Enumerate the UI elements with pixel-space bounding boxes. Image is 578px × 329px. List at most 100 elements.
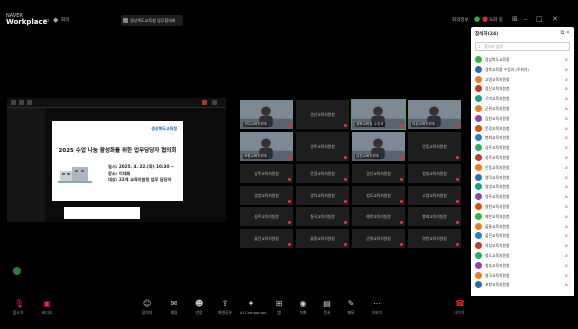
minimize-icon[interactable]: – [524, 16, 528, 23]
video-tile[interactable]: 문경교육지원청 [295, 163, 350, 184]
shield-icon[interactable]: ◆ [53, 17, 58, 24]
mic-muted-icon[interactable]: ⊘ [565, 106, 568, 111]
video-off-button[interactable]: ▣ 비디오 [36, 300, 58, 316]
mic-muted-icon[interactable]: ⊘ [565, 224, 568, 229]
participant-row[interactable]: 경북교육청 수업과 (주최자) ⊘ [475, 65, 570, 75]
share-tool-icon[interactable] [11, 100, 16, 105]
mic-muted-icon[interactable]: ⊘ [565, 96, 568, 101]
share-tool-icon[interactable] [212, 100, 217, 105]
mic-muted-icon[interactable]: ⊘ [565, 155, 568, 160]
video-tile[interactable]: 영주교육지원청 [295, 131, 350, 162]
ai-button[interactable]: ✦ AI Companion [240, 300, 267, 316]
mic-muted-icon[interactable]: ⊘ [565, 165, 568, 170]
drag-handle[interactable] [13, 267, 21, 275]
record-button[interactable]: ◉ 녹화 [292, 300, 314, 316]
participant-row[interactable]: 의성교육지원청 ⊘ [475, 241, 570, 251]
participant-row[interactable]: 예천교육지원청 ⊘ [475, 212, 570, 222]
share-tool-icon[interactable] [27, 100, 32, 105]
video-tile[interactable]: 고령교육지원청 [407, 184, 462, 206]
video-tile[interactable]: 봉화교육지원청 [407, 206, 462, 227]
monitor-icon[interactable]: ▭ [43, 17, 50, 24]
mic-muted-icon[interactable]: ⊘ [565, 135, 568, 140]
participant-row[interactable]: 포항교육지원청 ⊘ [475, 280, 570, 290]
mic-muted-icon[interactable]: ⊘ [565, 204, 568, 209]
mic-muted-icon[interactable]: ⊘ [565, 184, 568, 189]
participant-row[interactable]: 청도교육지원청 ⊘ [475, 251, 570, 261]
docs-button[interactable]: ▤ 문서 [316, 300, 338, 316]
mic-muted-icon[interactable]: ⊘ [565, 145, 568, 150]
mic-muted-icon[interactable]: ⊘ [565, 233, 568, 238]
mic-muted-icon[interactable]: ⊘ [565, 194, 568, 199]
participant-row[interactable]: 안동교육지원청 ⊘ [475, 163, 570, 173]
participant-row[interactable]: 봉화교육지원청 ⊘ [475, 133, 570, 143]
video-tile[interactable]: 상주교육지원청 [239, 163, 294, 184]
video-tile[interactable]: 청송교육지원청 [407, 163, 462, 184]
mic-muted-icon[interactable]: ⊘ [565, 175, 568, 180]
participant-row[interactable]: 영천교육지원청 ⊘ [475, 202, 570, 212]
mic-muted-icon[interactable]: ⊘ [565, 116, 568, 121]
participant-row[interactable]: 영주교육지원청 ⊘ [475, 192, 570, 202]
mic-muted-icon[interactable]: ⊘ [565, 282, 568, 287]
video-tile[interactable]: 성주교육지원청 [239, 206, 294, 227]
video-tile[interactable]: 경북교육청 수업과 [351, 99, 406, 130]
participant-row[interactable]: 경상북도교육청 ⊘ [475, 55, 570, 65]
video-tile[interactable]: 경산교육지원청 [295, 99, 350, 130]
reaction-button[interactable]: ☻ 반응 [188, 300, 210, 316]
video-tile[interactable]: 영천교육지원청 [407, 227, 462, 249]
mic-muted-icon[interactable]: ⊘ [565, 253, 568, 258]
mic-muted-icon[interactable]: ⊘ [565, 273, 568, 278]
participant-row[interactable]: 청송교육지원청 ⊘ [475, 261, 570, 271]
participant-row[interactable]: 구미교육지원청 ⊘ [475, 94, 570, 104]
participant-row[interactable]: 김천교육지원청 ⊘ [475, 114, 570, 124]
participant-row[interactable]: 울진교육지원청 ⊘ [475, 231, 570, 241]
maximize-icon[interactable]: □ [536, 16, 543, 23]
participant-row[interactable]: 문경교육지원청 ⊘ [475, 124, 570, 134]
notes-button[interactable]: ✎ 메모 [340, 300, 362, 316]
mic-off-button[interactable]: 🎙 음소거 [7, 300, 29, 316]
video-tile[interactable]: 칠곡교육지원청 [295, 206, 350, 227]
close-panel-icon[interactable]: ✕ [566, 30, 570, 36]
mic-muted-icon[interactable]: ⊘ [565, 126, 568, 131]
share-button[interactable]: ⇪ 화면공유 [214, 300, 236, 316]
more-button[interactable]: ⋯ 더보기 [366, 300, 388, 316]
people-button[interactable]: ☺ 참석자 [136, 300, 158, 316]
video-tile[interactable]: 의성교육지원청 [407, 99, 462, 130]
participant-row[interactable]: 영덕교육지원청 ⊘ [475, 173, 570, 183]
share-tool-icon[interactable] [19, 100, 24, 105]
participant-row[interactable]: 고령교육지원청 ⊘ [475, 75, 570, 85]
meeting-info-label[interactable]: 회의정보 [452, 17, 469, 23]
participant-row[interactable]: 칠곡교육지원청 ⊘ [475, 271, 570, 281]
mic-muted-icon[interactable]: ⊘ [565, 77, 568, 82]
video-tile[interactable]: 김천교육지원청 [351, 131, 406, 162]
video-tile[interactable]: 구미교육지원청 [239, 99, 294, 130]
apps-button[interactable]: ⊞ 앱 [268, 300, 290, 316]
mic-muted-icon[interactable]: ⊘ [565, 67, 568, 72]
chat-button[interactable]: ✉ 채팅 [163, 300, 185, 316]
video-tile[interactable]: 군위교육지원청 [351, 227, 406, 249]
video-tile[interactable]: 예천교육지원청 [351, 206, 406, 227]
participant-row[interactable]: 군위교육지원청 ⊘ [475, 104, 570, 114]
popout-icon[interactable]: ⧉ [561, 30, 565, 36]
video-tile[interactable]: 청도교육지원청 [351, 184, 406, 206]
participant-row[interactable]: 영양교육지원청 ⊘ [475, 182, 570, 192]
close-icon[interactable]: ✕ [552, 16, 558, 23]
video-tile[interactable]: 경산교육지원청 [351, 163, 406, 184]
leave-button[interactable]: ☎ 나가기 [448, 300, 470, 316]
video-tile[interactable]: 영덕교육지원청 [295, 184, 350, 206]
participant-row[interactable]: 성주교육지원청 ⊘ [475, 153, 570, 163]
layout-icon[interactable]: ⊞ [512, 16, 518, 23]
participant-search[interactable]: ⌕ 참석자 검색 [475, 42, 570, 51]
meeting-title[interactable]: 경상북도교육청 업무협의회 [121, 15, 183, 26]
video-tile[interactable]: 영양교육지원청 [239, 184, 294, 206]
participant-row[interactable]: 울릉교육지원청 ⊘ [475, 222, 570, 232]
mic-muted-icon[interactable]: ⊘ [565, 263, 568, 268]
mic-muted-icon[interactable]: ⊘ [565, 57, 568, 62]
share-tool-icon[interactable] [202, 100, 207, 105]
video-tile[interactable]: 울진교육지원청 [239, 227, 294, 249]
mic-muted-icon[interactable]: ⊘ [565, 243, 568, 248]
video-tile[interactable]: 울릉교육지원청 [295, 227, 350, 249]
video-tile[interactable]: 안동교육지원청 [407, 131, 462, 162]
video-tile[interactable]: 포항교육지원청 [239, 131, 294, 162]
mic-muted-icon[interactable]: ⊘ [565, 214, 568, 219]
mic-muted-icon[interactable]: ⊘ [565, 86, 568, 91]
